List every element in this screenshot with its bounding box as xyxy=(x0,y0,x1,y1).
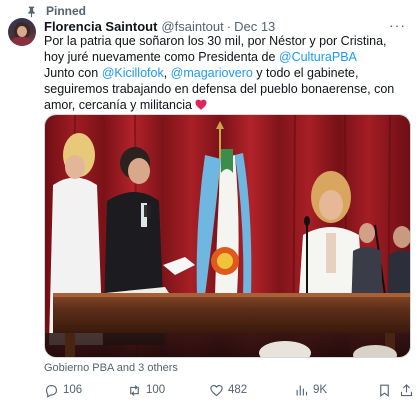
avatar[interactable] xyxy=(8,18,36,46)
ceremony-photo-illustration xyxy=(45,115,410,357)
bookmark-button[interactable] xyxy=(377,383,392,398)
tweet-text-part: Junto con xyxy=(44,66,102,80)
like-count: 482 xyxy=(228,384,248,396)
reply-icon xyxy=(45,384,58,398)
author-handle[interactable]: @fsaintout xyxy=(161,19,223,34)
more-icon[interactable]: ··· xyxy=(389,17,406,33)
views-icon xyxy=(296,385,308,395)
like-button[interactable]: 482 xyxy=(209,383,247,398)
pinned-label: Pinned xyxy=(46,4,87,18)
tweet-text: Por la patria que soñaron los 30 mil, po… xyxy=(44,33,406,113)
pin-icon xyxy=(24,4,38,18)
tweet-photo[interactable] xyxy=(44,114,411,358)
mention-culturapba[interactable]: @CulturaPBA xyxy=(279,50,357,64)
mention-magariovero[interactable]: @magariovero xyxy=(171,66,253,80)
author-name[interactable]: Florencia Saintout xyxy=(44,19,157,34)
reply-count: 106 xyxy=(63,384,83,396)
reply-button[interactable]: 106 xyxy=(44,383,82,398)
views-button[interactable]: 9K xyxy=(294,383,327,398)
mention-kicillofok[interactable]: @Kicillofok xyxy=(102,66,164,80)
share-button[interactable] xyxy=(399,383,414,398)
like-icon xyxy=(210,384,223,396)
tweet-actions: 106 100 482 9K xyxy=(44,381,414,399)
retweet-count: 100 xyxy=(146,384,166,396)
tagged-users[interactable]: Gobierno PBA and 3 others xyxy=(44,362,178,374)
share-icon xyxy=(400,383,413,396)
separator-dot: · xyxy=(226,18,232,34)
views-count: 9K xyxy=(313,384,328,396)
tweet-date[interactable]: Dec 13 xyxy=(234,19,275,34)
red-heart-emoji xyxy=(195,98,207,110)
bookmark-icon xyxy=(380,384,389,397)
retweet-button[interactable]: 100 xyxy=(127,383,165,398)
tweet-text-part: , xyxy=(163,66,171,80)
retweet-icon xyxy=(130,384,139,396)
